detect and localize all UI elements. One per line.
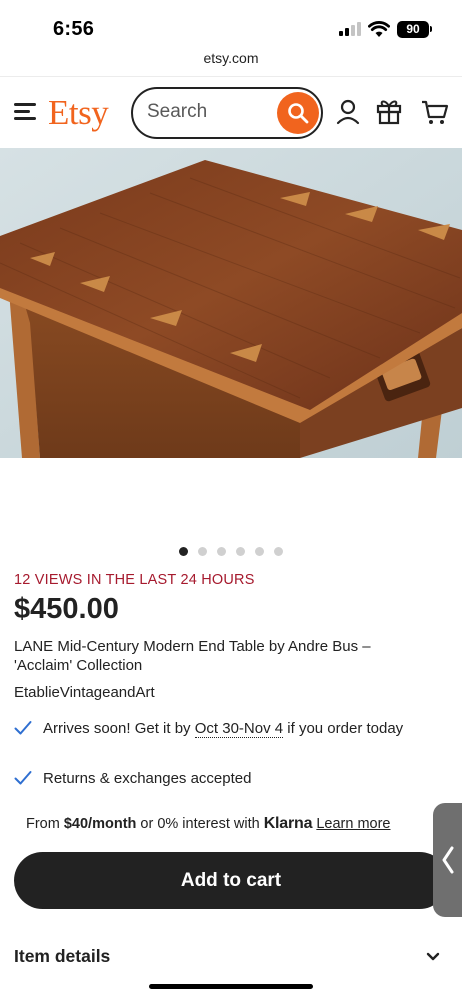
search-icon (288, 103, 309, 124)
status-bar: 6:56 90 (0, 0, 462, 48)
etsy-logo[interactable]: Etsy (48, 93, 109, 133)
cellular-signal-icon (339, 22, 361, 36)
site-header: Etsy (0, 76, 462, 148)
shop-name-link[interactable]: EtablieVintageandArt (14, 684, 155, 701)
returns-policy: Returns & exchanges accepted (14, 768, 434, 790)
status-time: 6:56 (53, 18, 95, 40)
product-price: $450.00 (14, 593, 119, 625)
views-counter: 12 VIEWS IN THE LAST 24 HOURS (14, 572, 255, 588)
carousel-dot[interactable] (236, 547, 245, 556)
financing-info: From $40/month or 0% interest with Klarn… (26, 815, 391, 832)
arrival-dates[interactable]: Oct 30-Nov 4 (194, 720, 284, 738)
monthly-amount: $40/month (63, 816, 137, 832)
learn-more-link[interactable]: Learn more (316, 816, 390, 832)
product-title: LANE Mid-Century Modern End Table by And… (14, 638, 371, 674)
item-details-header[interactable]: Item details (14, 946, 110, 967)
arrival-estimate: Arrives soon! Get it by Oct 30-Nov 4 if … (14, 718, 434, 760)
klarna-logo: Klarna (263, 815, 313, 832)
battery-tip (430, 26, 432, 32)
checkmark-icon (14, 771, 32, 785)
address-bar-url[interactable]: etsy.com (0, 50, 462, 66)
search-button[interactable] (277, 92, 319, 134)
wifi-icon (368, 21, 390, 37)
search-bar (131, 87, 323, 139)
carousel-dot[interactable] (274, 547, 283, 556)
arrival-suffix: if you order today (283, 720, 404, 737)
carousel-dot[interactable] (179, 547, 188, 556)
home-indicator (149, 984, 313, 989)
cart-icon[interactable] (421, 99, 449, 125)
gift-icon[interactable] (375, 97, 403, 125)
image-carousel-dots (179, 547, 289, 557)
end-table-photo (0, 148, 462, 458)
menu-icon[interactable] (14, 103, 36, 121)
chevron-down-icon[interactable] (426, 952, 440, 962)
arrival-prefix: Arrives soon! Get it by (43, 720, 195, 737)
returns-text: Returns & exchanges accepted (43, 770, 252, 787)
carousel-dot[interactable] (255, 547, 264, 556)
search-input[interactable] (147, 101, 277, 123)
carousel-dot[interactable] (217, 547, 226, 556)
side-panel-handle[interactable] (433, 803, 462, 917)
chevron-left-icon (442, 846, 454, 874)
battery-indicator: 90 (397, 21, 429, 38)
product-image[interactable] (0, 148, 462, 458)
checkmark-icon (14, 721, 32, 735)
carousel-dot[interactable] (198, 547, 207, 556)
add-to-cart-button[interactable]: Add to cart (14, 852, 448, 909)
account-icon[interactable] (336, 99, 360, 125)
